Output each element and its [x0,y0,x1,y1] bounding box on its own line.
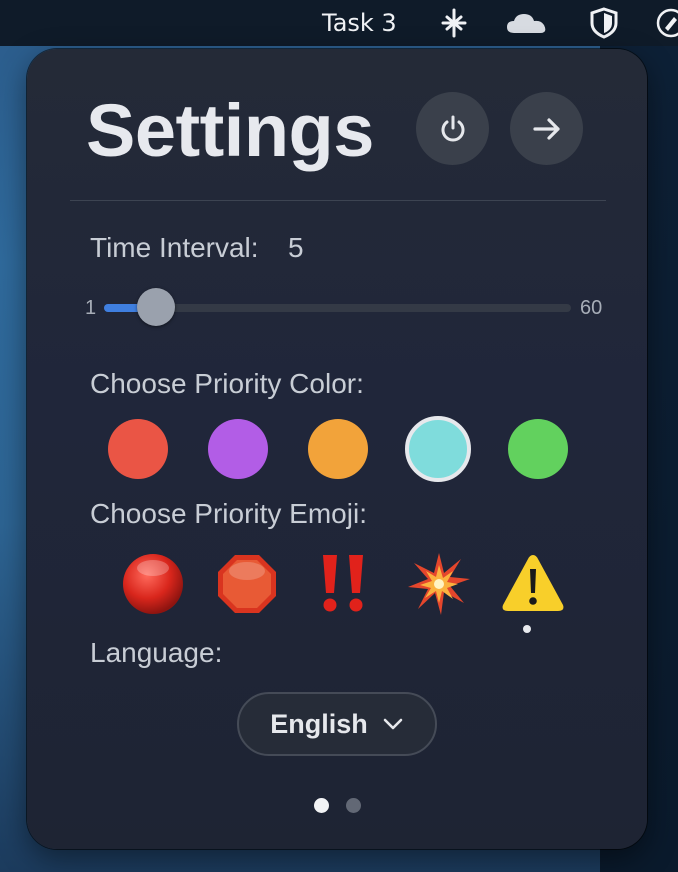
color-swatch[interactable] [208,419,268,479]
bluetooth-like-icon[interactable] [437,6,471,40]
time-interval-label: Time Interval: [90,232,259,263]
page-dot[interactable] [346,798,361,813]
language-select[interactable]: English [237,692,437,756]
color-swatch[interactable] [508,419,568,479]
priority-color-options [104,416,574,482]
shield-icon[interactable] [587,6,621,40]
priority-color-label: Choose Priority Color: [90,368,364,399]
priority-emoji-options [112,551,572,631]
language-label: Language: [90,637,223,668]
menubar-task-label[interactable]: Task 3 [322,7,397,39]
cloud-icon[interactable] [504,6,550,40]
collision-icon[interactable] [406,551,472,617]
color-swatch[interactable] [308,419,368,479]
page-dot[interactable] [314,798,329,813]
red-circle-icon[interactable] [120,551,186,617]
settings-panel: Settings Time Interval: 5 1 60 Choose Pr… [27,49,647,849]
language-selected-value: English [270,708,368,739]
page-title: Settings [86,89,374,172]
divider [70,200,606,201]
slider-thumb[interactable] [136,288,175,326]
emoji-selected-indicator [523,625,531,633]
arrow-right-icon [532,117,560,140]
power-button[interactable] [416,92,489,165]
power-icon [441,115,464,141]
chevron-down-icon [383,718,403,730]
warning-icon[interactable] [500,551,566,617]
next-page-button[interactable] [510,92,583,165]
slider-min-label: 1 [85,297,97,319]
stop-sign-icon[interactable] [214,551,280,617]
menu-bar: Task 3 [0,0,678,46]
priority-emoji-label: Choose Priority Emoji: [90,498,367,529]
double-exclamation-icon[interactable] [310,551,376,617]
color-swatch[interactable] [108,419,168,479]
time-interval-value: 5 [288,232,304,263]
rocket-icon[interactable] [654,6,678,40]
color-swatch[interactable] [405,416,471,482]
slider-max-label: 60 [580,297,603,319]
